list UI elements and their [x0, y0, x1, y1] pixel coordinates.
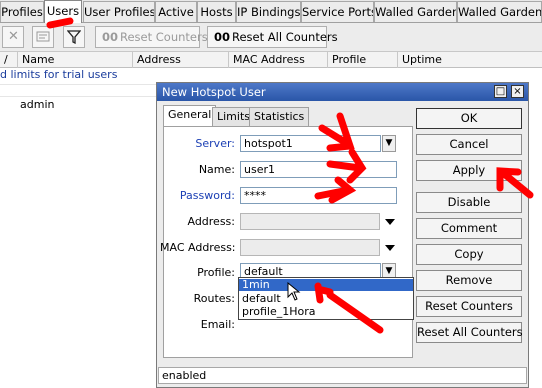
- close-icon: ×: [513, 86, 522, 97]
- address-label: Address:: [187, 215, 235, 228]
- profile-option-profile-1hora[interactable]: profile_1Hora: [239, 306, 413, 318]
- status-text: enabled: [162, 369, 207, 382]
- remove-button[interactable]: Remove: [416, 270, 522, 291]
- name-label: Name:: [198, 163, 235, 176]
- table-row[interactable]: admin: [20, 98, 54, 111]
- column-header: / Name Address MAC Address Profile Uptim…: [0, 52, 542, 68]
- status-bar: enabled: [158, 367, 527, 384]
- dialog-titlebar[interactable]: New Hotspot User □ ×: [157, 83, 528, 101]
- server-dropdown-button[interactable]: ▼: [382, 135, 396, 152]
- tab-hosts[interactable]: Hosts: [197, 1, 236, 22]
- tab-user-profiles[interactable]: User Profiles: [83, 1, 155, 22]
- column-mac-address[interactable]: MAC Address: [228, 52, 327, 68]
- row-divider: [0, 96, 160, 97]
- close-icon: ✕: [8, 29, 19, 44]
- column-sort[interactable]: /: [0, 52, 17, 68]
- reset-counters-button[interactable]: 00 Reset Counters: [95, 26, 208, 48]
- triangle-down-icon[interactable]: [385, 219, 395, 225]
- tab-service-ports[interactable]: Service Ports: [301, 1, 374, 22]
- mac-address-field[interactable]: [240, 239, 380, 256]
- comment-button[interactable]: Comment: [416, 218, 522, 239]
- tab-bar: Profiles Users User Profiles Active Host…: [0, 0, 542, 23]
- remove-button[interactable]: ✕: [2, 26, 24, 48]
- tab-ip-bindings[interactable]: IP Bindings: [236, 1, 301, 22]
- tab-profiles[interactable]: Profiles: [0, 1, 44, 22]
- triangle-down-icon[interactable]: [385, 245, 395, 251]
- tab-users[interactable]: Users: [44, 0, 82, 23]
- user-name-cell: admin: [20, 98, 55, 111]
- column-address[interactable]: Address: [132, 52, 228, 68]
- counter-reset-icon: 00: [102, 30, 119, 44]
- column-name[interactable]: Name: [17, 52, 132, 68]
- server-select[interactable]: hotspot1: [240, 135, 381, 152]
- column-uptime[interactable]: Uptime: [397, 52, 542, 68]
- maximize-icon: □: [495, 86, 506, 97]
- password-field[interactable]: ****: [240, 187, 397, 204]
- ok-button[interactable]: OK: [416, 108, 522, 129]
- email-label: Email:: [200, 318, 235, 331]
- copy-button[interactable]: Copy: [416, 244, 522, 265]
- reset-all-counters-button[interactable]: 00 Reset All Counters: [207, 26, 338, 48]
- dropdown-icon: ▼: [385, 138, 393, 148]
- close-button[interactable]: ×: [511, 85, 524, 98]
- reset-all-counters-label: Reset All Counters: [232, 30, 338, 44]
- dropdown-icon: ▼: [385, 266, 393, 276]
- list-comment: d limits for trial users: [0, 68, 118, 81]
- mac-address-label: MAC Address:: [160, 241, 236, 254]
- toolbar: ✕ 00 Reset Counters 00 Reset All Counter…: [0, 23, 542, 52]
- reset-counters-label: Reset Counters: [120, 30, 208, 44]
- profile-label: Profile:: [197, 266, 235, 279]
- tab-walled-garden[interactable]: Walled Garden: [374, 1, 457, 22]
- password-label: Password:: [179, 189, 235, 202]
- tab-statistics[interactable]: Statistics: [249, 107, 310, 126]
- comment-button[interactable]: [32, 26, 54, 48]
- apply-button[interactable]: Apply: [416, 160, 522, 181]
- filter-icon: [67, 30, 81, 44]
- comment-icon: [36, 31, 50, 42]
- reset-all-counters-button[interactable]: Reset All Counters: [416, 322, 523, 343]
- dialog-title: New Hotspot User: [162, 85, 266, 99]
- server-label: Server:: [195, 137, 235, 150]
- disable-button[interactable]: Disable: [416, 192, 522, 213]
- name-field[interactable]: user1: [240, 161, 397, 178]
- mouse-cursor-icon: [287, 282, 301, 301]
- profile-option-1min[interactable]: 1min: [239, 279, 413, 291]
- filter-button[interactable]: [63, 26, 85, 48]
- counter-reset-icon: 00: [214, 30, 231, 44]
- tab-walled-garden-ip[interactable]: Walled Garden I: [457, 1, 542, 22]
- cancel-button[interactable]: Cancel: [416, 134, 522, 155]
- address-field[interactable]: [240, 213, 380, 230]
- tab-general[interactable]: General: [163, 105, 217, 127]
- reset-counters-button[interactable]: Reset Counters: [416, 296, 522, 317]
- profile-option-default[interactable]: default: [239, 293, 413, 305]
- tab-active[interactable]: Active: [155, 1, 197, 22]
- profile-dropdown-list: 1min default profile_1Hora: [238, 277, 414, 320]
- row-divider: [0, 84, 160, 85]
- minimize-button[interactable]: □: [494, 85, 507, 98]
- column-profile[interactable]: Profile: [327, 52, 397, 68]
- routes-label: Routes:: [193, 292, 235, 305]
